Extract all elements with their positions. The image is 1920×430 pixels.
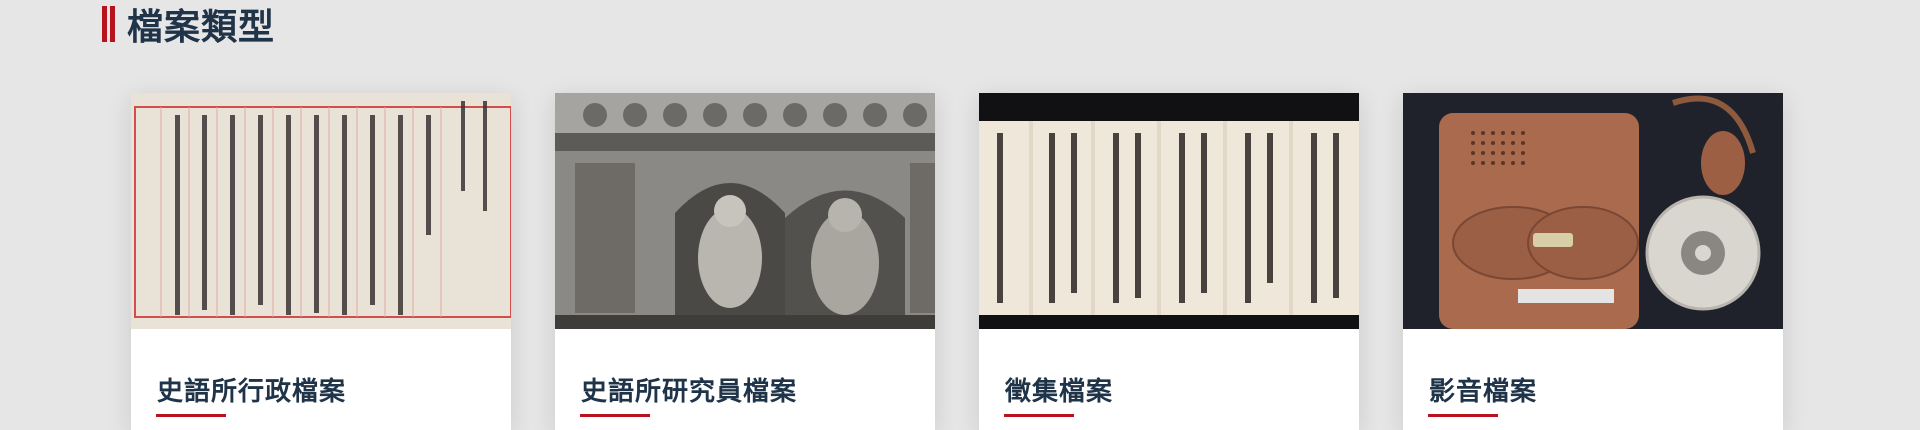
card-underline <box>1428 414 1498 417</box>
handwritten-letter-image <box>131 93 511 329</box>
title-accent-bars <box>102 6 115 42</box>
card-label-area: 史語所研究員檔案 <box>555 329 935 430</box>
card-underline <box>1004 414 1074 417</box>
card-underline <box>156 414 226 417</box>
card-audiovisual-archives[interactable]: 影音檔案 <box>1403 93 1783 430</box>
calligraphy-scroll-image <box>979 93 1359 329</box>
card-label-area: 徵集檔案 <box>979 329 1359 430</box>
tape-recorder-image <box>1403 93 1783 329</box>
card-label: 史語所行政檔案 <box>157 377 347 407</box>
page: 檔案類型 史語所行政檔案 史語所研究員檔案 徵集檔案 影音檔案 <box>0 0 1920 430</box>
card-administrative-archives[interactable]: 史語所行政檔案 <box>131 93 511 430</box>
card-researcher-archives[interactable]: 史語所研究員檔案 <box>555 93 935 430</box>
card-label: 史語所研究員檔案 <box>581 377 798 407</box>
section-title: 檔案類型 <box>127 6 276 48</box>
cave-buddha-relief-image <box>555 93 935 329</box>
section-header: 檔案類型 <box>102 4 275 48</box>
card-collected-archives[interactable]: 徵集檔案 <box>979 93 1359 430</box>
card-label-area: 影音檔案 <box>1403 329 1783 430</box>
card-underline <box>580 414 650 417</box>
card-label: 影音檔案 <box>1429 377 1538 407</box>
card-label-area: 史語所行政檔案 <box>131 329 511 430</box>
card-label: 徵集檔案 <box>1005 377 1114 407</box>
archive-type-cards: 史語所行政檔案 史語所研究員檔案 徵集檔案 影音檔案 <box>0 93 1920 430</box>
